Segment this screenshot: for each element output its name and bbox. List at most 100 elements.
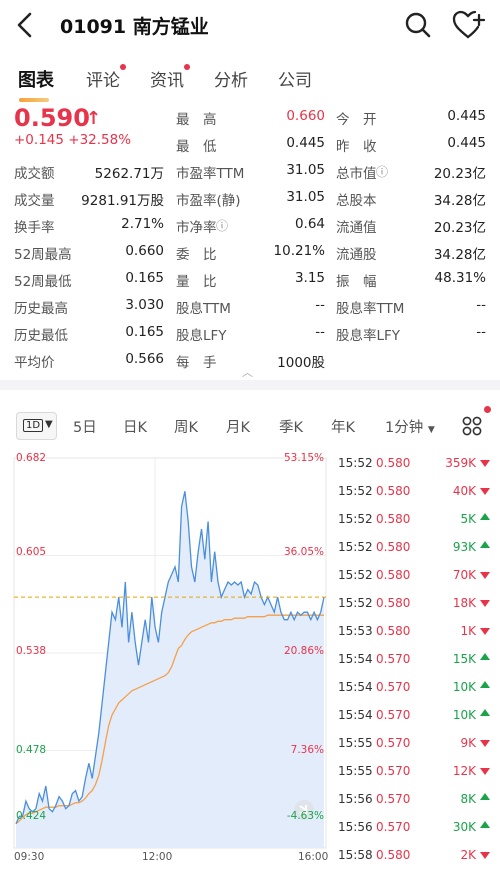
quote-label: 成交量 [14, 193, 55, 209]
quote-label: 市盈率TTM [176, 166, 245, 182]
quote-label: 总市值 [336, 166, 377, 182]
price-change: +0.145 +32.58% [14, 132, 131, 148]
tab-bar: 图表 评论 资讯 分析 公司 [0, 58, 500, 98]
section-divider [0, 380, 500, 390]
trade-volume: 10K [452, 680, 476, 694]
trade-time: 15:54 [338, 680, 373, 694]
trade-row: 15:53 0.580 1K [330, 624, 500, 652]
intraday-chart[interactable] [0, 446, 330, 869]
trade-row: 15:56 0.570 8K [330, 792, 500, 820]
tab-analysis[interactable]: 分析 [214, 66, 248, 91]
trade-time: 15:52 [338, 484, 373, 498]
period-5day[interactable]: 5日 [73, 416, 97, 437]
quote-value: 3.030 [125, 297, 164, 313]
buy-arrow-icon [480, 793, 490, 800]
trade-time: 15:56 [338, 820, 373, 834]
trade-time: 15:54 [338, 652, 373, 666]
quote-label: 股息LFY [176, 328, 227, 344]
trade-row: 15:52 0.580 70K [330, 568, 500, 596]
quote-label: 流通股 [336, 247, 377, 263]
tab-comments[interactable]: 评论 [86, 64, 126, 91]
quote-value: 10.21% [273, 243, 325, 259]
trade-volume: 2K [460, 848, 476, 862]
info-icon[interactable]: ⓘ [216, 217, 228, 234]
trade-row: 15:52 0.580 40K [330, 484, 500, 512]
tab-company[interactable]: 公司 [278, 66, 312, 91]
tab-label: 资讯 [150, 71, 184, 91]
quote-value: 5262.71万 [94, 166, 164, 182]
quote-value: 0.445 [286, 135, 325, 151]
grid-icon[interactable] [462, 416, 482, 436]
caret-down-icon: ▼ [427, 425, 435, 435]
trade-price: 0.580 [376, 624, 411, 638]
trade-price: 0.580 [376, 596, 411, 610]
quote-value: 0.566 [125, 351, 164, 367]
trade-volume: 93K [452, 540, 476, 554]
quote-label: 52周最低 [14, 274, 72, 290]
buy-arrow-icon [480, 821, 490, 828]
back-arrow-icon[interactable] [12, 10, 38, 40]
trade-price: 0.570 [376, 708, 411, 722]
period-1min[interactable]: 1分钟 ▼ [385, 416, 435, 437]
trade-time: 15:54 [338, 708, 373, 722]
favorite-add-icon[interactable] [452, 10, 486, 40]
page-title: 01091 南方锰业 [60, 16, 209, 38]
period-1min-label: 1分钟 [385, 420, 424, 436]
quote-value: -- [476, 297, 486, 313]
trade-row: 15:54 0.570 15K [330, 652, 500, 680]
quote-label: 振 幅 [336, 274, 377, 290]
quote-value: 2.71% [121, 216, 164, 232]
search-icon[interactable] [404, 10, 432, 40]
trade-row: 15:52 0.580 359K [330, 456, 500, 484]
quote-label: 成交额 [14, 166, 55, 182]
quote-value: 9281.91万股 [81, 193, 164, 209]
quote-value: 0.445 [447, 108, 486, 124]
trade-price: 0.580 [376, 848, 411, 862]
quote-label: 昨 收 [336, 139, 377, 155]
buy-arrow-icon [480, 709, 490, 716]
quote-value: 20.23亿 [433, 166, 486, 182]
tab-chart[interactable]: 图表 [18, 66, 54, 92]
trade-volume: 40K [452, 484, 476, 498]
trade-volume: 15K [452, 652, 476, 666]
trade-volume: 18K [452, 596, 476, 610]
trade-row: 15:54 0.570 10K [330, 680, 500, 708]
period-quarterly-k[interactable]: 季K [279, 416, 303, 437]
quote-value: 3.15 [294, 270, 325, 286]
period-selector[interactable]: 1D ▼ [16, 412, 57, 440]
quote-value: 0.445 [447, 135, 486, 151]
period-weekly-k[interactable]: 周K [174, 416, 198, 437]
change-amount: +0.145 [14, 132, 64, 148]
quote-value: 0.660 [125, 243, 164, 259]
trade-price: 0.570 [376, 736, 411, 750]
trade-row: 15:52 0.580 93K [330, 540, 500, 568]
period-monthly-k[interactable]: 月K [226, 416, 250, 437]
quote-value: 34.28亿 [433, 247, 486, 263]
trade-price: 0.580 [376, 484, 411, 498]
tab-news[interactable]: 资讯 [150, 64, 190, 91]
quote-panel: 0.590 ↑ +0.145 +32.58% 最 高 0.660 今 开 0.445 最… [0, 102, 500, 379]
top-bar: 01091 南方锰业 [0, 0, 500, 52]
trade-ticker-list[interactable]: 15:52 0.580 359K 15:52 0.580 40K 15:52 0.580 5K 1… [330, 456, 500, 866]
expand-chevron-icon[interactable]: ︿ [242, 364, 253, 380]
quote-label: 最 高 [176, 112, 217, 128]
info-icon[interactable]: ⓘ [376, 163, 388, 180]
tab-label: 评论 [86, 71, 120, 91]
quote-label: 量 比 [176, 274, 217, 290]
notification-dot [120, 64, 126, 70]
quote-value: 31.05 [286, 189, 325, 205]
exit-icon [294, 800, 314, 820]
buy-arrow-icon [480, 653, 490, 660]
period-yearly-k[interactable]: 年K [331, 416, 355, 437]
trade-price: 0.570 [376, 680, 411, 694]
trade-price: 0.570 [376, 764, 411, 778]
trade-time: 15:55 [338, 736, 373, 750]
trade-time: 15:52 [338, 568, 373, 582]
trade-row: 15:58 0.580 2K [330, 848, 500, 869]
quote-label: 市盈率(静) [176, 193, 241, 209]
quote-value: 0.165 [125, 270, 164, 286]
trade-volume: 359K [445, 456, 476, 470]
buy-arrow-icon [480, 513, 490, 520]
quote-value: 1000股 [277, 355, 325, 371]
period-daily-k[interactable]: 日K [123, 416, 147, 437]
